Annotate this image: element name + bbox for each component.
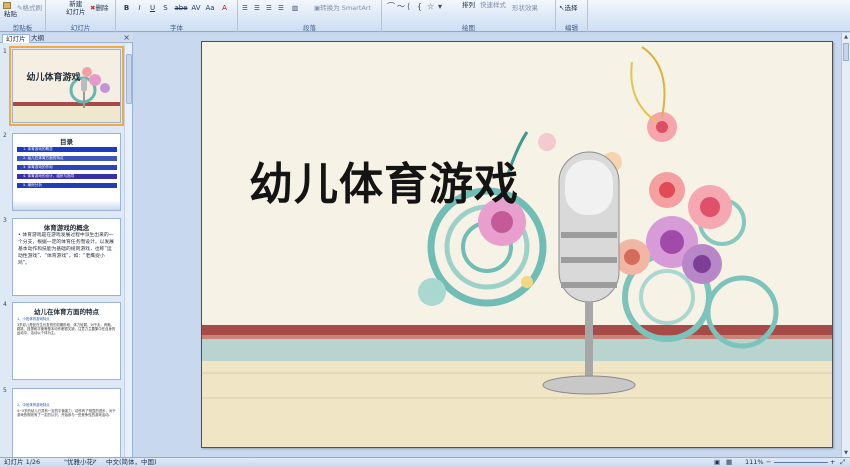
new-slide-label-1: 新建 [69,0,83,8]
font-group: B I U S abe AV Aa A 字体 [116,0,238,32]
quick-styles-button[interactable]: 快速样式 [480,1,506,9]
thumbnail-title: 体育游戏的概念 [43,224,90,232]
slide-counter: 幻灯片 1/26 [4,458,41,466]
toc-item: 2. 幼儿在体育方面的特点 [17,156,117,161]
strikethrough-button[interactable]: abe [174,4,188,13]
font-color-button[interactable]: A [220,4,229,13]
bracket-shape-icon[interactable]: ⟨ [407,2,410,11]
editing-group-label: 编辑 [565,24,578,32]
panel-tabs: 幻灯片 大纲 × [0,33,133,43]
underline-button[interactable]: U [148,4,157,13]
scroll-down-icon[interactable]: ▼ [842,449,850,457]
brace-shape-icon[interactable]: { [417,2,422,11]
shadow-button[interactable]: S [161,4,170,13]
curve-shape-icon[interactable]: 〜 [397,2,405,11]
paragraph-group-label: 段落 [303,24,316,32]
drawing-group-label: 绘图 [462,24,475,32]
slide-thumbnail-3[interactable]: 体育游戏的概念 • 体育游戏是在游戏发展过程中派生出来的一个分支，根据一定的体育… [12,218,121,296]
new-slide-label-2: 幻灯片 [66,8,86,16]
clipboard-icon [3,1,11,9]
thumbnail-list: 1 幼儿体育游戏 2 目录 1. 体育游戏的概念 2. 幼儿在体育方面的特点 3… [0,44,125,457]
thumbnail-heading: 1、小班体育游戏特点 [17,317,50,321]
clipboard-group-label: 剪贴板 [12,24,33,32]
slide-editor: 幼儿体育游戏 [134,33,841,457]
toc-item: 5. 案例分析 [17,183,117,188]
format-painter-button[interactable]: ✎格式刷 [17,4,42,12]
toc-item: 4. 体育游戏的设计、组织与指导 [17,174,117,179]
zoom-out-icon[interactable]: − [766,458,771,467]
slide-canvas[interactable]: 幼儿体育游戏 [201,41,833,448]
delete-slide-button[interactable]: ✖删除 [90,4,108,12]
spell-check-icon[interactable]: ✓ [92,458,97,467]
thumbnail-footer-band [13,200,120,210]
slide-number: 4 [3,301,7,308]
close-icon[interactable]: × [123,33,130,43]
align-right-button[interactable]: ☰ [266,4,272,12]
slides-panel: 幻灯片 大纲 × 1 幼儿体育游戏 2 目录 1. 体育游戏的概念 2. 幼儿在… [0,33,133,457]
new-slide-button[interactable]: 新建 幻灯片 [66,0,86,16]
thumbnail-title: 幼儿在体育方面的特点 [34,308,99,316]
thumbnail-body: 4~5岁的幼儿已具有一定的平衡能力，动作有了明显的进步，对于游戏的规则有了一定的… [17,409,116,418]
justify-button[interactable]: ☰ [278,4,284,12]
slide-number: 1 [3,48,7,55]
scroll-up-icon[interactable]: ▲ [842,33,850,41]
slide-background-art [202,46,832,447]
slide-thumbnail-4[interactable]: 幼儿在体育方面的特点 1、小班体育游戏特点 3岁幼儿是处在生长发育的初期阶段，体… [12,302,121,380]
char-spacing-button[interactable]: AV [190,4,202,13]
slides-group-label: 幻灯片 [70,24,91,32]
smartart-button[interactable]: ▣转换为 SmartArt [314,4,371,12]
paste-label[interactable]: 粘贴 [4,10,17,18]
zoom-in-icon[interactable]: + [830,458,835,467]
font-group-label: 字体 [170,24,183,32]
view-normal-icon[interactable]: ▣ [714,458,720,467]
fit-window-icon[interactable]: ⤢ [840,458,845,467]
language-indicator: 中文(简体，中国) [106,458,157,466]
scrollbar-thumb[interactable] [843,43,849,61]
bold-button[interactable]: B [122,4,131,13]
thumbnail-body: • 体育游戏是在游戏发展过程中派生出来的一个分支，根据一定的体育任务而设计，以发… [18,233,114,266]
thumbnail-body: 3岁幼儿是处在生长发育的初期阶段，体力较弱，对于走、奔跑、跳跃、投掷和平衡等基本… [17,323,116,336]
tab-slides[interactable]: 幻灯片 [2,34,30,43]
italic-button[interactable]: I [135,4,144,13]
zoom-level: 111% [745,458,764,466]
star-shape-icon[interactable]: ☆ [427,2,434,11]
slide-thumbnail-1[interactable]: 幼儿体育游戏 [9,46,124,126]
slide-number: 3 [3,217,7,224]
ribbon: 粘贴 ✎格式刷 剪贴板 新建 幻灯片 ✖删除 幻灯片 B I U S abe A… [0,0,850,32]
slide-thumbnail-5[interactable]: 2、中班体育游戏特点 4~5岁的幼儿已具有一定的平衡能力，动作有了明显的进步，对… [12,388,121,457]
paragraph-group: ☰ ☰ ☰ ☰ ▥ ▣转换为 SmartArt 段落 [238,0,382,32]
clipboard-group: 粘贴 ✎格式刷 剪贴板 [0,0,46,32]
scrollbar-thumb[interactable] [126,54,132,104]
toc-item: 1. 体育游戏的概念 [17,147,117,152]
select-button[interactable]: ↖选择 [559,4,577,12]
status-bar: 幻灯片 1/26 "优雅小花" ✓ 中文(简体，中国) ▣ ▦ 111% − +… [0,457,850,467]
paste-button[interactable] [3,1,11,9]
thumbnail-title: 幼儿体育游戏 [26,73,81,83]
thumbnail-title: 目录 [60,138,73,146]
slide-number: 5 [3,387,7,394]
editing-group: ↖选择 编辑 [556,0,588,32]
slide-title[interactable]: 幼儿体育游戏 [249,148,519,212]
change-case-button[interactable]: Aa [204,4,216,13]
thumbnail-scrollbar[interactable] [124,44,132,457]
toc-item: 3. 体育游戏的作用 [17,165,117,170]
thumbnail-heading: 2、中班体育游戏特点 [17,403,50,407]
columns-button[interactable]: ▥ [292,4,298,12]
align-left-button[interactable]: ☰ [242,4,248,12]
arc-shape-icon[interactable]: ⌒ [387,2,395,11]
drawing-group: ⌒ 〜 ⟨ { ☆ ▾ 排列 快速样式 形状效果 绘图 [382,0,556,32]
tab-outline[interactable]: 大纲 [28,34,47,43]
arrange-button[interactable]: 排列 [462,1,475,9]
align-center-button[interactable]: ☰ [254,4,260,12]
thumbnail-decoration [13,67,120,122]
slide-number: 2 [3,132,7,139]
editor-scrollbar[interactable]: ▲ ▼ [841,33,850,457]
view-sorter-icon[interactable]: ▦ [726,458,732,467]
slides-group: 新建 幻灯片 ✖删除 幻灯片 [46,0,116,32]
slide-thumbnail-2[interactable]: 目录 1. 体育游戏的概念 2. 幼儿在体育方面的特点 3. 体育游戏的作用 4… [12,133,121,211]
shape-effects-button[interactable]: 形状效果 [512,4,538,12]
shape-more-icon[interactable]: ▾ [438,2,442,11]
zoom-slider[interactable] [774,462,828,463]
